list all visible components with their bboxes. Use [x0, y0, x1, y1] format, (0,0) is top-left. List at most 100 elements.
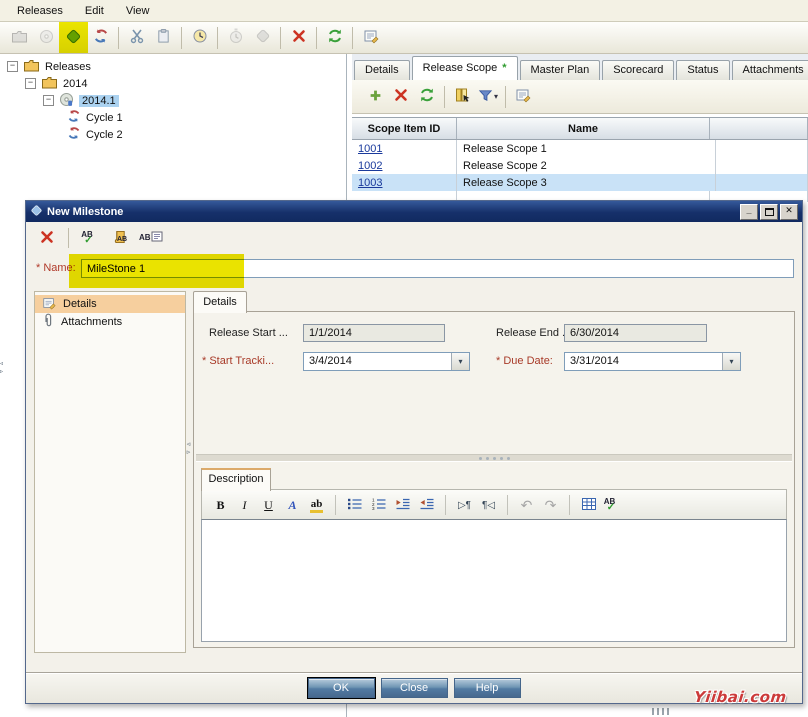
tree-item-2014[interactable]: − 2014 — [0, 75, 346, 92]
due-date-label: * Due Date: — [496, 352, 553, 370]
table-row-selected[interactable]: 1003 Release Scope 3 — [352, 174, 808, 191]
dropdown-arrow-icon[interactable]: ▾ — [451, 353, 469, 370]
scope-item-id-link[interactable]: 1002 — [352, 160, 382, 172]
bullet-list-button[interactable] — [344, 494, 365, 516]
paste-button[interactable] — [150, 24, 177, 51]
table-row[interactable]: 1001 Release Scope 1 — [352, 140, 808, 157]
sidebar-splitter[interactable]: ◃ ▹ — [185, 441, 192, 457]
add-scope-item-button[interactable] — [362, 85, 388, 109]
tree-item-cycle-2[interactable]: Cycle 2 — [0, 126, 346, 143]
time-dependencies-button[interactable] — [186, 24, 213, 51]
dropdown-arrow-icon[interactable]: ▾ — [722, 353, 740, 370]
check-icon: ✓ — [84, 237, 92, 245]
close-icon[interactable]: ✕ — [780, 204, 798, 220]
details-content-box: Release Start ... 1/1/2014 Release End .… — [193, 311, 795, 648]
send-by-email-button[interactable] — [510, 85, 536, 109]
column-header-empty[interactable] — [710, 118, 808, 139]
sidebar-item-label: Attachments — [61, 316, 122, 328]
undo-button[interactable]: ↶ — [516, 494, 537, 516]
check-spelling-button[interactable]: AB✓ — [79, 226, 101, 250]
column-header-name[interactable]: Name — [457, 118, 710, 139]
cut-button[interactable] — [123, 24, 150, 51]
combo-value: 3/31/2014 — [570, 355, 619, 367]
italic-button[interactable]: I — [234, 494, 255, 516]
dialog-sidebar: Details Attachments — [34, 291, 186, 653]
delete-scope-item-button[interactable] — [388, 85, 414, 109]
insert-table-button[interactable] — [578, 494, 599, 516]
spell-check-button[interactable]: AB✓ — [602, 494, 623, 516]
tree-item-releases[interactable]: − Releases — [0, 58, 346, 75]
dropdown-arrow-icon: ▾ — [494, 92, 498, 101]
refresh-button[interactable] — [321, 24, 348, 51]
menu-view[interactable]: View — [115, 3, 161, 19]
redo-button[interactable]: ↷ — [540, 494, 561, 516]
tab-label: Release Scope — [423, 62, 498, 74]
thesaurus-button[interactable]: AB — [109, 226, 131, 250]
dialog-main-panel: Details Release Start ... 1/1/2014 Relea… — [193, 291, 795, 648]
tab-details[interactable]: Details — [354, 60, 410, 80]
description-tab[interactable]: Description — [201, 468, 271, 491]
collapse-icon[interactable]: − — [7, 61, 18, 72]
bottom-splitter-grip[interactable] — [652, 708, 669, 715]
menu-edit[interactable]: Edit — [74, 3, 115, 19]
tab-status[interactable]: Status — [676, 60, 729, 80]
numbered-list-button[interactable]: 123 — [368, 494, 389, 516]
scope-item-id-link[interactable]: 1001 — [352, 143, 382, 155]
due-date-combo[interactable]: 3/31/2014 ▾ — [564, 352, 741, 371]
details-description-splitter[interactable] — [196, 454, 792, 462]
description-editor[interactable] — [201, 519, 787, 642]
sidebar-item-details[interactable]: Details — [35, 295, 185, 313]
tab-scorecard[interactable]: Scorecard — [602, 60, 674, 80]
left-pane-splitter[interactable]: ◃ ▹ — [0, 360, 7, 376]
tab-master-plan[interactable]: Master Plan — [520, 60, 601, 80]
maximize-glyph — [765, 208, 774, 216]
table-row[interactable]: 1002 Release Scope 2 — [352, 157, 808, 174]
tab-attachments[interactable]: Attachments — [732, 60, 808, 80]
refresh-button[interactable] — [414, 85, 440, 109]
font-color-button[interactable]: A — [282, 494, 303, 516]
ab-glyph: AB — [139, 233, 151, 242]
progress-button[interactable] — [222, 24, 249, 51]
description-section: Description B I U A ab 123 ▷¶ — [201, 468, 787, 642]
bold-button[interactable]: B — [210, 494, 231, 516]
underline-button[interactable]: U — [258, 494, 279, 516]
spelling-options-button[interactable]: AB — [139, 226, 163, 250]
send-by-email-button[interactable] — [357, 24, 384, 51]
milestone-button[interactable] — [249, 24, 276, 51]
collapse-icon[interactable]: − — [43, 95, 54, 106]
maximize-icon[interactable] — [760, 204, 778, 220]
clear-all-fields-button[interactable] — [36, 226, 58, 250]
delete-button[interactable] — [285, 24, 312, 51]
close-button[interactable]: Close — [381, 678, 448, 698]
new-milestone-button[interactable] — [60, 24, 87, 51]
memo-icon — [515, 87, 531, 106]
tab-release-scope[interactable]: Release Scope* — [412, 56, 518, 80]
details-tab[interactable]: Details — [193, 291, 247, 313]
left-to-right-button[interactable]: ▷¶ — [454, 494, 475, 516]
tree-item-2014-1[interactable]: − 2014.1 — [0, 92, 346, 109]
new-cycle-button[interactable] — [87, 24, 114, 51]
menu-releases[interactable]: Releases — [6, 3, 74, 19]
ok-button[interactable]: OK — [308, 678, 375, 698]
outdent-button[interactable] — [416, 494, 437, 516]
refresh-icon — [419, 87, 435, 106]
help-button[interactable]: Help — [454, 678, 521, 698]
new-release-folder-button[interactable] — [6, 24, 33, 51]
tree-item-cycle-1[interactable]: Cycle 1 — [0, 109, 346, 126]
new-release-button[interactable] — [33, 24, 60, 51]
name-input[interactable] — [81, 259, 794, 278]
column-header-scope-item-id[interactable]: Scope Item ID — [352, 118, 457, 139]
collapse-icon[interactable]: − — [25, 78, 36, 89]
sidebar-item-attachments[interactable]: Attachments — [35, 313, 185, 331]
select-columns-button[interactable] — [449, 85, 475, 109]
text-highlight-button[interactable]: ab — [306, 494, 327, 516]
indent-button[interactable] — [392, 494, 413, 516]
right-to-left-button[interactable]: ¶◁ — [478, 494, 499, 516]
scope-item-id-link[interactable]: 1003 — [352, 177, 382, 189]
check-icon: ✓ — [607, 504, 615, 512]
start-tracking-combo[interactable]: 3/4/2014▾ — [303, 352, 470, 371]
set-filter-button[interactable]: ▾ — [475, 85, 501, 109]
release-start-label: Release Start ... — [209, 324, 288, 342]
minimize-icon[interactable]: _ — [740, 204, 758, 220]
main-toolbar — [0, 22, 808, 54]
